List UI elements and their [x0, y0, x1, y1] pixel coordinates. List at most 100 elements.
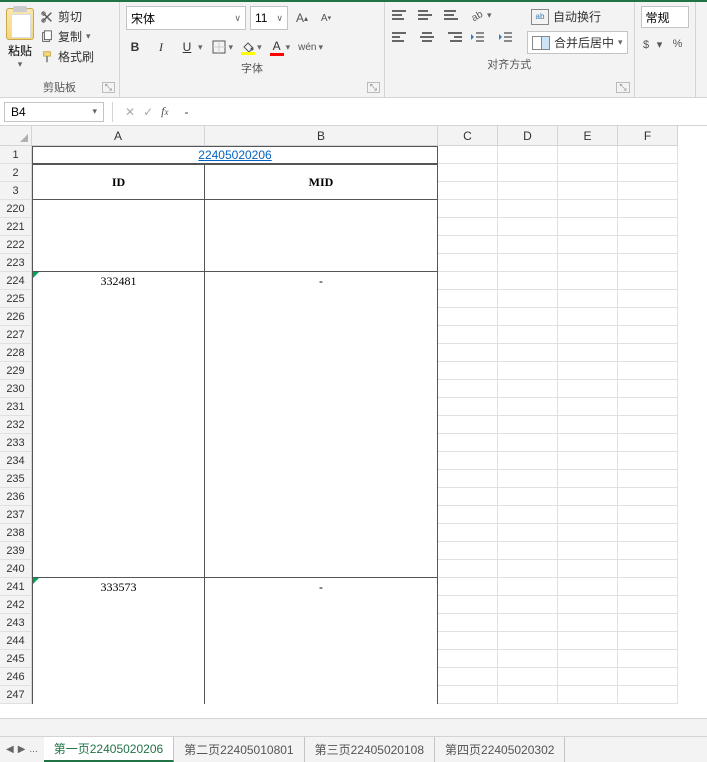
- cell[interactable]: [618, 398, 678, 416]
- cancel-formula-button[interactable]: ✕: [125, 105, 135, 119]
- sheet-tab[interactable]: 第二页22405010801: [174, 737, 304, 762]
- underline-button[interactable]: U ▾: [178, 36, 203, 58]
- cell[interactable]: [32, 200, 205, 272]
- cell[interactable]: [438, 524, 498, 542]
- row-header-242[interactable]: 242: [0, 596, 32, 614]
- cell[interactable]: [438, 200, 498, 218]
- cell[interactable]: [438, 164, 498, 182]
- cell[interactable]: [618, 524, 678, 542]
- row-header-241[interactable]: 241: [0, 578, 32, 596]
- row-header-222[interactable]: 222: [0, 236, 32, 254]
- align-center-button[interactable]: [417, 28, 437, 46]
- cell[interactable]: [618, 578, 678, 596]
- cell[interactable]: [438, 650, 498, 668]
- cell[interactable]: [618, 614, 678, 632]
- sheet-tab[interactable]: 第三页22405020108: [305, 737, 435, 762]
- cell[interactable]: [438, 146, 498, 164]
- cell[interactable]: [558, 146, 618, 164]
- cell[interactable]: [498, 182, 558, 200]
- increase-indent-button[interactable]: [497, 28, 519, 46]
- row-header-238[interactable]: 238: [0, 524, 32, 542]
- cell[interactable]: [498, 146, 558, 164]
- cell[interactable]: [618, 416, 678, 434]
- cell[interactable]: [558, 272, 618, 290]
- cell[interactable]: [558, 362, 618, 380]
- cell[interactable]: [438, 506, 498, 524]
- cell[interactable]: [438, 578, 498, 596]
- row-header-244[interactable]: 244: [0, 632, 32, 650]
- align-bottom-button[interactable]: [443, 6, 463, 24]
- row-header-237[interactable]: 237: [0, 506, 32, 524]
- cell[interactable]: [438, 434, 498, 452]
- font-color-button[interactable]: A ▾: [270, 39, 291, 56]
- currency-button[interactable]: $▾: [641, 34, 663, 54]
- cell[interactable]: [558, 542, 618, 560]
- cell[interactable]: [558, 470, 618, 488]
- font-size-select[interactable]: 11 ∨: [250, 6, 288, 30]
- cell[interactable]: [558, 200, 618, 218]
- cell[interactable]: [618, 686, 678, 704]
- cell[interactable]: [498, 632, 558, 650]
- tab-nav-prev[interactable]: ◀: [6, 744, 14, 755]
- cell[interactable]: [438, 416, 498, 434]
- wrap-text-button[interactable]: ab 自动换行: [527, 6, 628, 27]
- worksheet-grid[interactable]: ABCDEF 123220221222223224225226227228229…: [0, 126, 707, 718]
- column-header-A[interactable]: A: [32, 126, 205, 146]
- cell[interactable]: [498, 650, 558, 668]
- cell[interactable]: [618, 182, 678, 200]
- cell[interactable]: [438, 182, 498, 200]
- row-header-227[interactable]: 227: [0, 326, 32, 344]
- cell[interactable]: [558, 236, 618, 254]
- cell[interactable]: [438, 452, 498, 470]
- row-header-230[interactable]: 230: [0, 380, 32, 398]
- cell[interactable]: [618, 596, 678, 614]
- cell[interactable]: [438, 596, 498, 614]
- cell[interactable]: [558, 686, 618, 704]
- cut-button[interactable]: 剪切: [40, 8, 94, 25]
- cell[interactable]: [438, 272, 498, 290]
- cell-id-224[interactable]: 332481: [32, 272, 205, 578]
- cell[interactable]: [558, 506, 618, 524]
- format-painter-button[interactable]: 格式刷: [40, 48, 94, 65]
- cell[interactable]: [618, 164, 678, 182]
- row-header-234[interactable]: 234: [0, 452, 32, 470]
- row-header-221[interactable]: 221: [0, 218, 32, 236]
- alignment-dialog-launcher[interactable]: ⤡: [616, 82, 629, 93]
- cell[interactable]: [498, 434, 558, 452]
- row-header-239[interactable]: 239: [0, 542, 32, 560]
- row-header-236[interactable]: 236: [0, 488, 32, 506]
- cell[interactable]: [618, 542, 678, 560]
- cell[interactable]: [618, 488, 678, 506]
- cell[interactable]: [558, 182, 618, 200]
- row-header-243[interactable]: 243: [0, 614, 32, 632]
- tab-nav-next[interactable]: ▶: [18, 744, 26, 755]
- sheet-tab[interactable]: 第一页22405020206: [44, 737, 174, 762]
- cell[interactable]: [498, 668, 558, 686]
- cell[interactable]: [438, 488, 498, 506]
- cell[interactable]: [558, 434, 618, 452]
- cell[interactable]: [618, 668, 678, 686]
- cell[interactable]: [558, 560, 618, 578]
- cell[interactable]: [558, 614, 618, 632]
- cell[interactable]: [558, 344, 618, 362]
- row-header-246[interactable]: 246: [0, 668, 32, 686]
- cell[interactable]: [558, 452, 618, 470]
- cell[interactable]: [618, 452, 678, 470]
- cell-header-mid[interactable]: MID: [205, 164, 438, 200]
- orientation-button[interactable]: ab ▾: [469, 7, 492, 23]
- cell[interactable]: [438, 326, 498, 344]
- cell[interactable]: [618, 380, 678, 398]
- cell[interactable]: [438, 218, 498, 236]
- cell[interactable]: [438, 344, 498, 362]
- fx-button[interactable]: fx: [161, 104, 168, 119]
- row-header-245[interactable]: 245: [0, 650, 32, 668]
- row-header-1[interactable]: 1: [0, 146, 32, 164]
- select-all-corner[interactable]: [0, 126, 32, 146]
- border-button[interactable]: ▾: [211, 39, 234, 55]
- cell[interactable]: [558, 308, 618, 326]
- row-header-228[interactable]: 228: [0, 344, 32, 362]
- font-dialog-launcher[interactable]: ⤡: [367, 82, 380, 93]
- cell[interactable]: [498, 398, 558, 416]
- cell[interactable]: [558, 218, 618, 236]
- cell[interactable]: [558, 632, 618, 650]
